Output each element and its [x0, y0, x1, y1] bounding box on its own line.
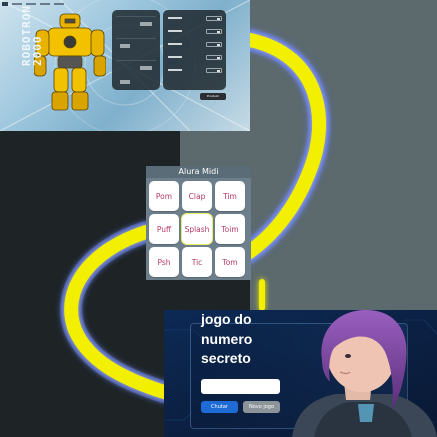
midi-key[interactable]: Splash — [182, 214, 212, 244]
midi-key[interactable]: Pom — [149, 181, 179, 211]
part-stepper[interactable] — [206, 42, 222, 47]
robotron-parts-panel — [163, 10, 226, 90]
midi-key[interactable]: Puff — [149, 214, 179, 244]
midi-key[interactable]: Clap — [182, 181, 212, 211]
robotron-nav-bar — [2, 2, 64, 6]
astronaut-girl-illustration — [292, 310, 437, 437]
part-stepper[interactable] — [206, 29, 222, 34]
part-stepper[interactable] — [206, 16, 222, 21]
part-stepper[interactable] — [206, 68, 222, 73]
game-title: jogo do numero secreto — [201, 311, 253, 366]
part-stepper[interactable] — [206, 55, 222, 60]
midi-key[interactable]: Tic — [182, 247, 212, 277]
produce-button[interactable]: Produzir — [200, 93, 226, 100]
alura-midi-screenshot: Alura Midi Pom Clap Tim Puff Splash Toim… — [146, 166, 251, 280]
midi-key[interactable]: Tom — [215, 247, 245, 277]
robotron-stats-panel — [112, 10, 160, 90]
midi-key[interactable]: Psh — [149, 247, 179, 277]
new-game-button[interactable]: Novo jogo — [243, 401, 280, 413]
guess-button[interactable]: Chutar — [201, 401, 238, 413]
midi-key[interactable]: Tim — [215, 181, 245, 211]
midi-title: Alura Midi — [146, 166, 251, 178]
midi-key[interactable]: Toim — [215, 214, 245, 244]
secret-number-game-screenshot: jogo do numero secreto Chutar Novo jogo — [164, 310, 437, 437]
robot-illustration — [34, 13, 106, 111]
midi-keypad: Pom Clap Tim Puff Splash Toim Psh Tic To… — [149, 181, 248, 277]
guess-input[interactable] — [201, 379, 280, 394]
robotron-subtitle: 2000 — [31, 35, 44, 67]
robotron-screenshot: ROBOTRON 2000 Produzir — [0, 0, 250, 131]
